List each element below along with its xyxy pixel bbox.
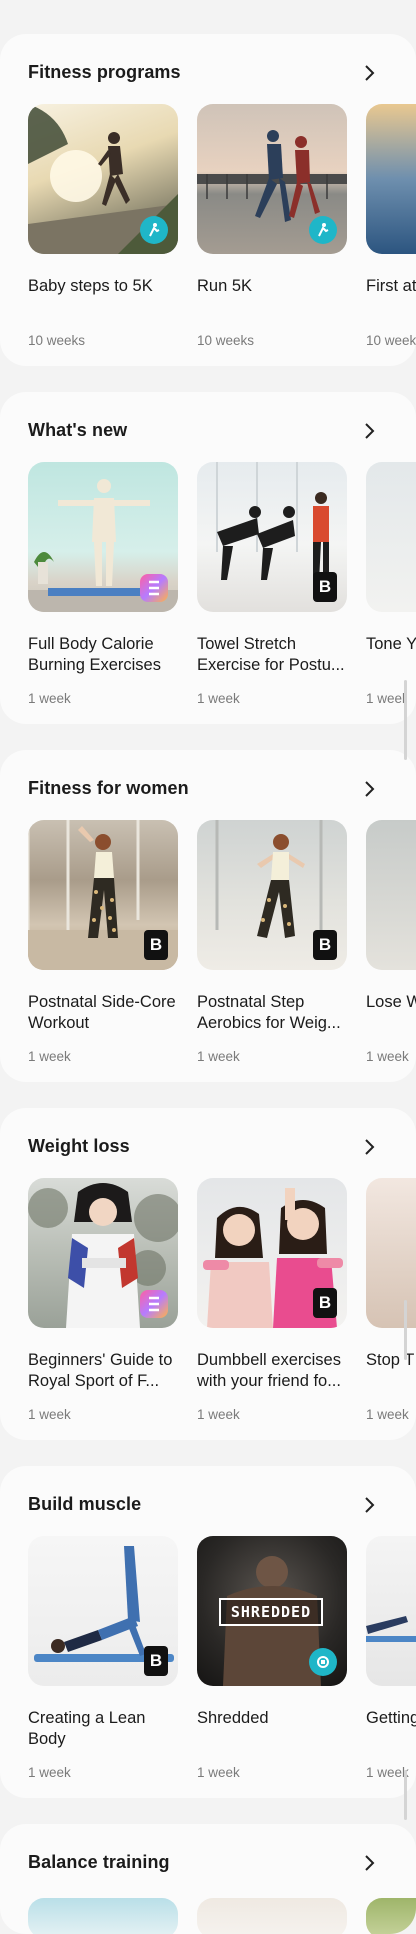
brand-b-icon: B <box>313 1288 337 1318</box>
card-thumbnail <box>366 820 416 970</box>
card-thumbnail: SHREDDED <box>197 1536 347 1686</box>
card-thumbnail <box>28 104 178 254</box>
card-duration: 10 weeks <box>28 333 86 348</box>
program-card[interactable]: First at 10 week <box>366 104 416 348</box>
card-thumbnail[interactable] <box>28 1898 178 1934</box>
section-title: Build muscle <box>28 1494 142 1514</box>
section-whats-new: What's new Full Body Calorie Burning Exe… <box>0 392 416 724</box>
card-duration: 10 weeks <box>197 333 255 348</box>
scrollbar[interactable] <box>404 1770 407 1820</box>
section-title: Weight loss <box>28 1136 130 1156</box>
card-duration: 1 week <box>28 1407 71 1422</box>
card-thumbnail <box>366 1536 416 1686</box>
card-title: Run 5K <box>197 277 253 295</box>
program-card[interactable]: B Dumbbell exercises with your friend fo… <box>197 1178 347 1422</box>
card-thumbnail <box>366 1178 416 1328</box>
program-card[interactable]: B Postnatal Step Aerobics for Weig... 1 … <box>197 820 347 1064</box>
card-thumbnail: B <box>28 1536 178 1686</box>
samsung-health-icon <box>140 216 168 244</box>
card-title: Towel Stretch Exercise for Postu... <box>197 635 345 674</box>
section-fitness-for-women: Fitness for women B Postnatal Side-Core … <box>0 750 416 1082</box>
program-card[interactable]: Run 5K 10 weeks <box>197 104 347 348</box>
section-title: Fitness programs <box>28 62 181 82</box>
program-card[interactable]: Baby steps to 5K 10 weeks <box>28 104 178 348</box>
chevron-right-icon[interactable] <box>354 1132 384 1162</box>
program-card[interactable]: Full Body Calorie Burning Exercises ... … <box>28 462 178 706</box>
program-card[interactable]: B Creating a Lean Body 1 week <box>28 1536 178 1780</box>
shredded-logo: SHREDDED <box>219 1598 323 1626</box>
brand-b-icon: B <box>313 930 337 960</box>
card-duration: 1 week <box>366 1049 409 1064</box>
card-title: Lose W Pregna <box>366 993 416 1011</box>
section-build-muscle: Build muscle B Creating a Lean Body 1 we… <box>0 1466 416 1798</box>
brand-b-icon: B <box>144 1646 168 1676</box>
card-thumbnail[interactable] <box>197 1898 347 1934</box>
card-thumbnail: B <box>197 1178 347 1328</box>
card-duration: 1 week <box>28 1049 71 1064</box>
card-duration: 1 week <box>366 1407 409 1422</box>
card-duration: 1 week <box>366 1765 409 1780</box>
scrollbar[interactable] <box>404 680 407 760</box>
card-duration: 1 week <box>197 1049 240 1064</box>
chevron-right-icon[interactable] <box>354 1490 384 1520</box>
card-duration: 1 week <box>28 691 71 706</box>
program-card[interactable]: Beginners' Guide to Royal Sport of F... … <box>28 1178 178 1422</box>
program-card[interactable]: Stop T Workin 1 week <box>366 1178 416 1422</box>
card-duration: 1 week <box>28 1765 71 1780</box>
card-thumbnail <box>366 462 416 612</box>
card-duration: 1 weel <box>366 691 406 706</box>
section-title: Fitness for women <box>28 778 189 798</box>
card-title: Postnatal Step Aerobics for Weig... <box>197 993 341 1032</box>
card-thumbnail <box>28 462 178 612</box>
card-title: Creating a Lean Body <box>28 1709 146 1748</box>
card-title: Full Body Calorie Burning Exercises ... <box>28 635 161 674</box>
brand-e-icon <box>140 1290 168 1318</box>
program-card[interactable]: B Towel Stretch Exercise for Postu... 1 … <box>197 462 347 706</box>
card-duration: 1 week <box>197 1765 240 1780</box>
brand-b-icon: B <box>144 930 168 960</box>
program-card[interactable]: SHREDDED Shredded 1 week <box>197 1536 347 1780</box>
samsung-health-icon <box>309 1648 337 1676</box>
chevron-right-icon[interactable] <box>354 416 384 446</box>
card-title: Getting Body <box>366 1709 416 1727</box>
brand-e-icon <box>140 574 168 602</box>
card-thumbnail <box>197 104 347 254</box>
card-duration: 10 week <box>366 333 416 348</box>
chevron-right-icon[interactable] <box>354 1848 384 1878</box>
section-title: Balance training <box>28 1852 170 1872</box>
samsung-health-icon <box>309 216 337 244</box>
card-thumbnail: B <box>197 462 347 612</box>
card-thumbnail[interactable] <box>366 1898 416 1934</box>
section-balance-training: Balance training <box>0 1824 416 1934</box>
scrollbar[interactable] <box>404 1300 407 1360</box>
program-card[interactable]: Tone Y 1 weel <box>366 462 416 706</box>
card-title: Tone Y <box>366 635 416 653</box>
program-card[interactable]: B Postnatal Side-Core Workout 1 week <box>28 820 178 1064</box>
section-title: What's new <box>28 420 128 440</box>
card-duration: 1 week <box>197 1407 240 1422</box>
card-thumbnail <box>366 104 416 254</box>
card-title: Baby steps to 5K <box>28 277 153 295</box>
card-title: Postnatal Side-Core Workout <box>28 993 176 1032</box>
chevron-right-icon[interactable] <box>354 58 384 88</box>
card-thumbnail <box>28 1178 178 1328</box>
brand-b-icon: B <box>313 572 337 602</box>
card-thumbnail: B <box>28 820 178 970</box>
program-card[interactable]: Lose W Pregna 1 week <box>366 820 416 1064</box>
section-fitness-programs: Fitness programs Baby steps to 5K 10 wee… <box>0 34 416 366</box>
card-title: Shredded <box>197 1709 269 1727</box>
card-title: Beginners' Guide to Royal Sport of F... <box>28 1351 173 1390</box>
chevron-right-icon[interactable] <box>354 774 384 804</box>
card-duration: 1 week <box>197 691 240 706</box>
card-title: First at <box>366 277 416 295</box>
section-weight-loss: Weight loss Beginners' Guide to Royal Sp… <box>0 1108 416 1440</box>
card-title: Stop T Workin <box>366 1351 416 1369</box>
card-thumbnail: B <box>197 820 347 970</box>
card-title: Dumbbell exercises with your friend fo..… <box>197 1351 341 1390</box>
program-card[interactable]: Getting Body 1 week <box>366 1536 416 1780</box>
